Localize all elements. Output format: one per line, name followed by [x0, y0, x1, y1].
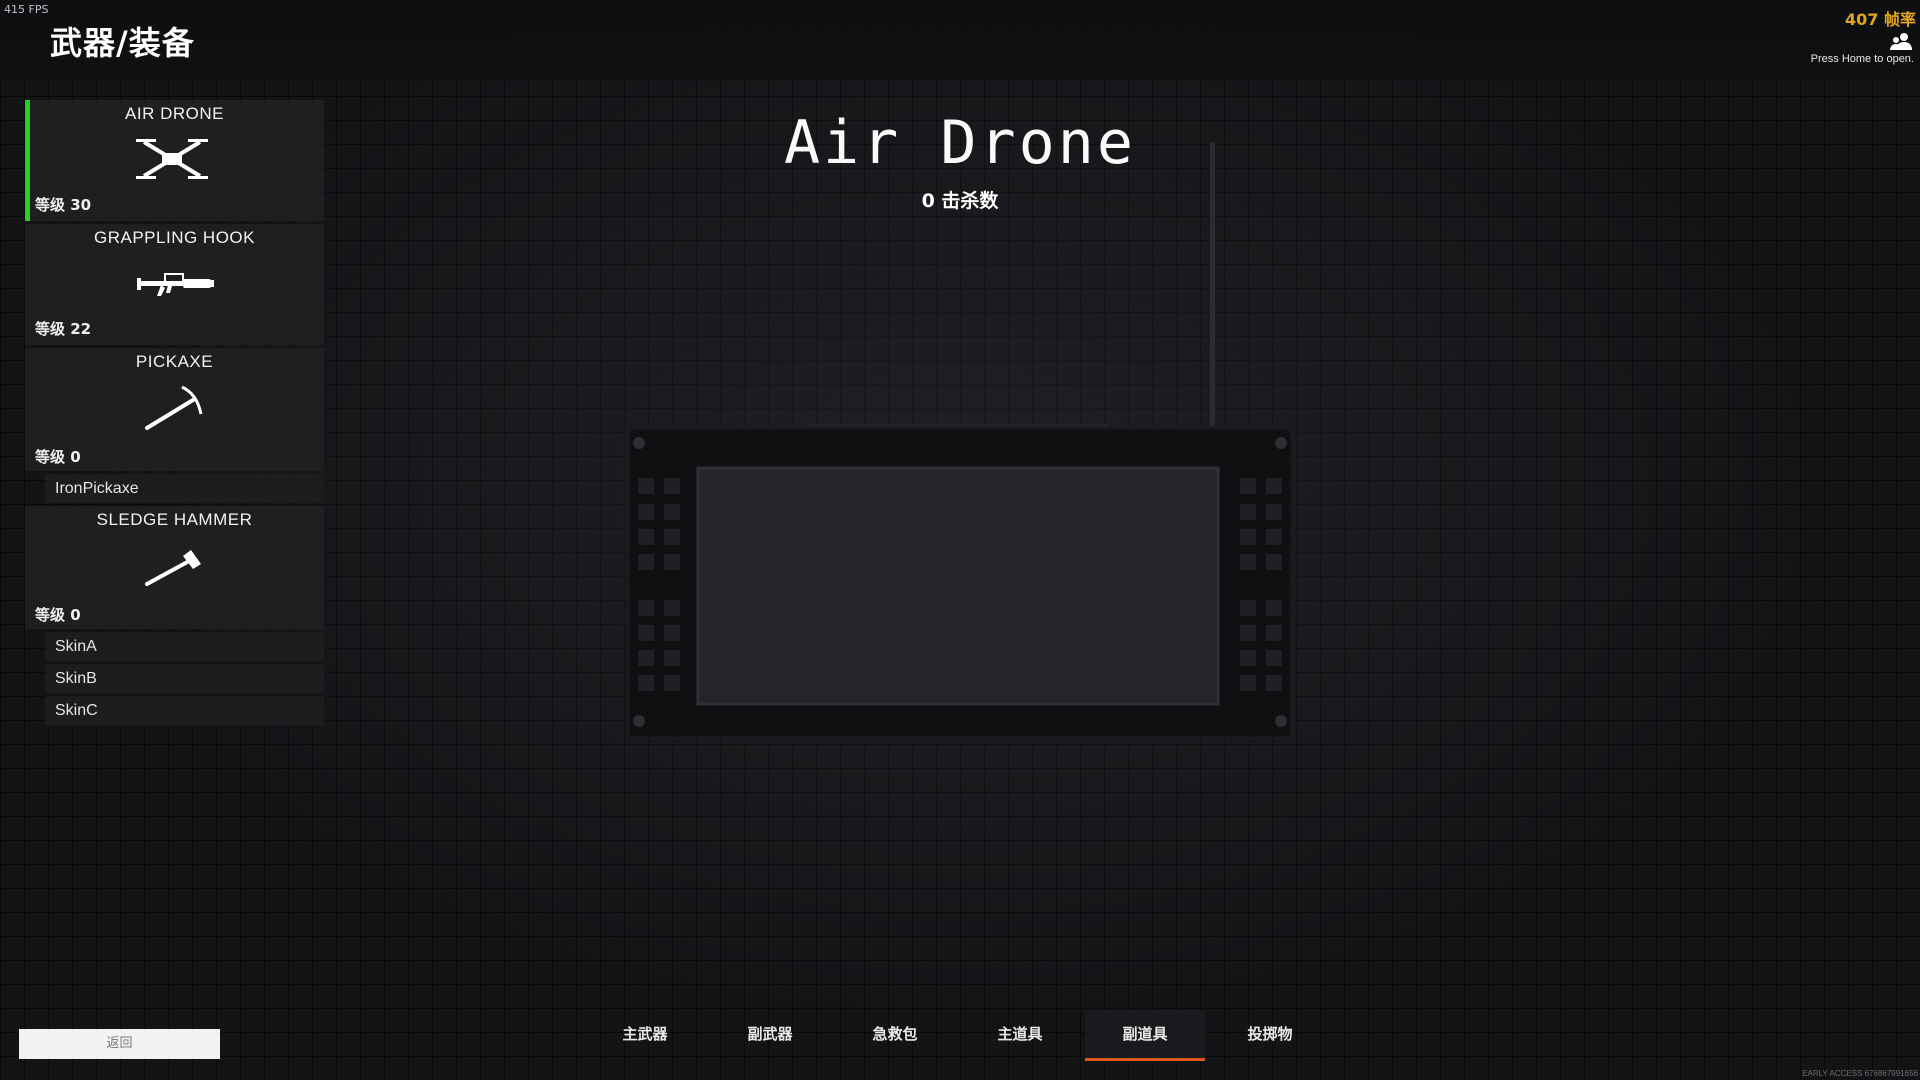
- page-title: 武器/装备: [50, 24, 195, 62]
- item-name: PICKAXE: [135, 352, 214, 371]
- drone-controller-preview: [626, 142, 1294, 740]
- skin-option[interactable]: IronPickaxe: [45, 474, 324, 503]
- item-level: 等级 0: [35, 448, 81, 466]
- back-button[interactable]: 返回: [19, 1029, 220, 1059]
- tab-throwable[interactable]: 投掷物: [1210, 1010, 1330, 1058]
- controller-screw: [1275, 715, 1287, 727]
- grappling-hook-icon: [136, 273, 214, 296]
- item-card-pickaxe[interactable]: PICKAXE 等级 0: [25, 348, 324, 471]
- item-card-grappling-hook[interactable]: GRAPPLING HOOK 等级 22: [25, 224, 324, 345]
- controller-screw: [633, 715, 645, 727]
- controller-screw: [633, 437, 645, 449]
- weapon-name: Air Drone: [783, 108, 1137, 178]
- framerate-readout: 407 帧率: [1845, 10, 1916, 29]
- skin-option[interactable]: SkinC: [45, 696, 324, 725]
- item-level: 等级 0: [35, 606, 81, 624]
- controller-screw: [1275, 437, 1287, 449]
- item-card-sledge-hammer[interactable]: SLEDGE HAMMER 等级 0: [25, 506, 324, 629]
- controller-screen: [696, 466, 1220, 706]
- tab-primary-gadget[interactable]: 主道具: [960, 1010, 1080, 1058]
- friends-icon[interactable]: [1890, 32, 1912, 50]
- item-name: SLEDGE HAMMER: [96, 510, 253, 529]
- build-info: EARLY ACCESS 676867991656: [1802, 1069, 1918, 1078]
- controller-antenna: [1210, 142, 1215, 432]
- sledge-hammer-icon: [144, 550, 201, 586]
- item-name: GRAPPLING HOOK: [94, 228, 255, 247]
- kill-count: 0 击杀数: [921, 190, 999, 212]
- tab-secondary-weapon[interactable]: 副武器: [710, 1010, 830, 1058]
- tab-medkit[interactable]: 急救包: [835, 1010, 955, 1058]
- top-bar: [0, 0, 1920, 80]
- tab-secondary-gadget[interactable]: 副道具: [1085, 1010, 1205, 1061]
- pickaxe-icon: [144, 385, 202, 430]
- tab-primary-weapon[interactable]: 主武器: [585, 1010, 705, 1058]
- press-home-hint: Press Home to open.: [1810, 53, 1914, 65]
- skin-option[interactable]: SkinA: [45, 632, 324, 661]
- category-tabs: 主武器 副武器 急救包 主道具 副道具 投掷物: [585, 1010, 1335, 1061]
- skin-option[interactable]: SkinB: [45, 664, 324, 693]
- fps-counter: 415 FPS: [4, 3, 49, 16]
- item-level: 等级 22: [35, 320, 92, 338]
